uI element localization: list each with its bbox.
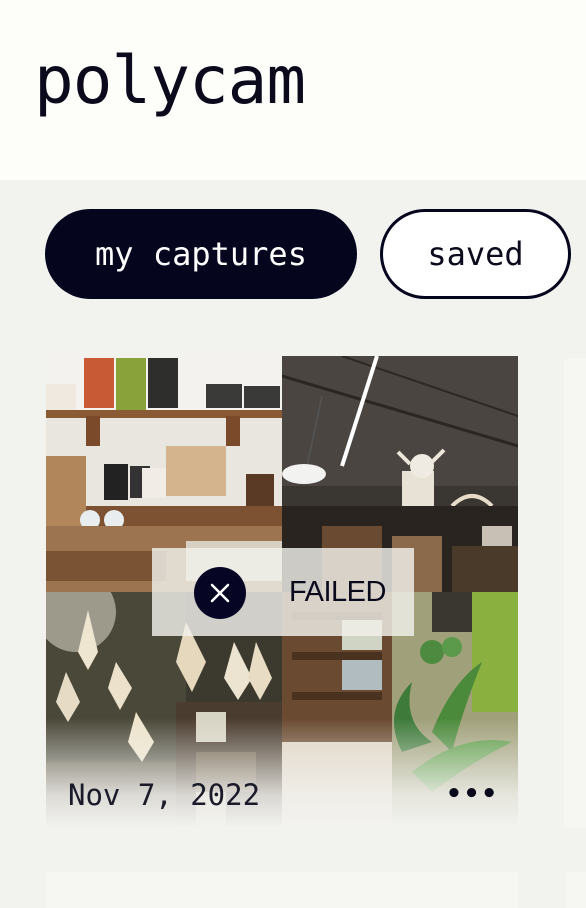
close-icon bbox=[194, 567, 246, 619]
capture-card[interactable]: FAILED Nov 7, 2022 ••• bbox=[46, 356, 518, 828]
app-logo: polycam bbox=[34, 42, 306, 119]
status-label: FAILED bbox=[289, 576, 386, 608]
capture-date: Nov 7, 2022 bbox=[68, 778, 261, 812]
next-adjacent-capture-card[interactable] bbox=[566, 872, 586, 908]
capture-status-overlay: FAILED bbox=[152, 548, 414, 636]
more-horizontal-icon[interactable]: ••• bbox=[446, 776, 498, 812]
app-header: polycam bbox=[0, 0, 586, 180]
tab-my-captures[interactable]: my captures bbox=[45, 209, 357, 299]
tab-saved[interactable]: saved bbox=[380, 209, 571, 299]
next-capture-card[interactable] bbox=[46, 872, 518, 908]
adjacent-capture-card[interactable] bbox=[564, 358, 586, 828]
